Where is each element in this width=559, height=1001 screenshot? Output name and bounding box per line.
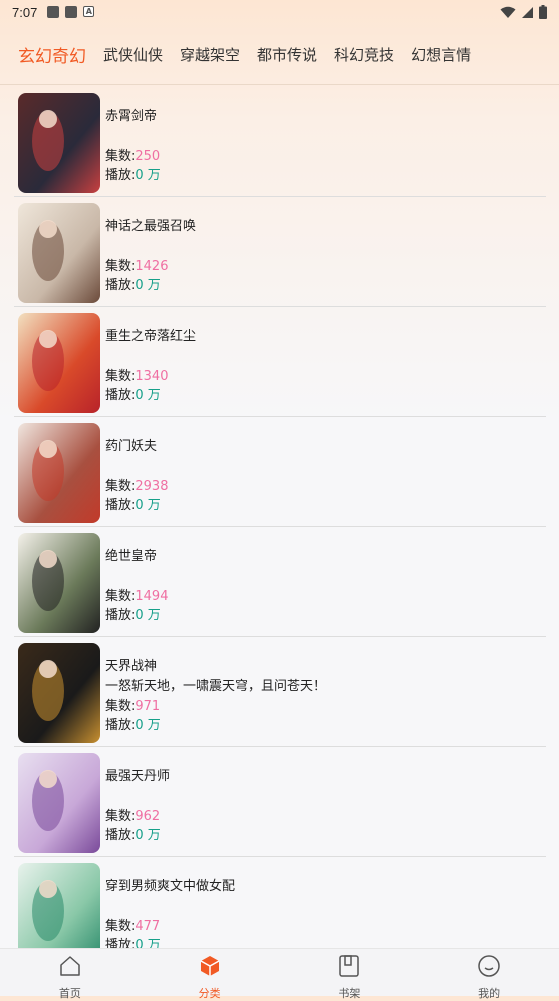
episode-count: 集数:971 — [105, 695, 160, 714]
tab-0[interactable]: 玄幻奇幻 — [18, 42, 86, 67]
tab-3[interactable]: 都市传说 — [257, 44, 317, 65]
cover-image[interactable] — [18, 753, 100, 853]
list-item[interactable]: 最强天丹师 集数:962 播放:0 万 — [14, 747, 546, 857]
status-time: 7:07 — [12, 4, 38, 20]
tab-5[interactable]: 幻想言情 — [411, 44, 471, 65]
bookshelf-icon — [337, 954, 361, 982]
plays-label: 播放: — [105, 608, 136, 623]
plays-value: 0 万 — [135, 498, 161, 513]
play-count: 播放:0 万 — [105, 494, 161, 513]
nav-item-2[interactable]: 书架 — [280, 949, 420, 1000]
drama-title: 最强天丹师 — [105, 769, 171, 784]
drama-title: 天界战神 — [105, 659, 158, 674]
episode-label: 集数: — [105, 259, 136, 274]
drama-title: 药门妖夫 — [105, 439, 158, 454]
episode-value: 2938 — [135, 479, 169, 494]
nav-label: 分类 — [198, 987, 221, 1000]
plays-value: 0 万 — [135, 388, 161, 403]
episode-label: 集数: — [105, 369, 136, 384]
cover-image[interactable] — [18, 93, 100, 193]
episode-count: 集数:477 — [105, 915, 160, 934]
drama-title: 绝世皇帝 — [105, 549, 158, 564]
episode-count: 集数:250 — [105, 145, 160, 164]
notification-icon — [47, 6, 60, 18]
tab-2[interactable]: 穿越架空 — [180, 44, 240, 65]
play-count: 播放:0 万 — [105, 274, 161, 293]
episode-label: 集数: — [105, 479, 136, 494]
cover-image[interactable] — [18, 203, 100, 303]
nav-item-0[interactable]: 首页 — [0, 949, 140, 1000]
episode-label: 集数: — [105, 699, 136, 714]
list-item[interactable]: 赤霄剑帝 集数:250 播放:0 万 — [14, 87, 546, 197]
episode-count: 集数:1340 — [105, 365, 168, 384]
list-item[interactable]: 绝世皇帝 集数:1494 播放:0 万 — [14, 527, 546, 637]
category-tabs: 玄幻奇幻 武侠仙侠 穿越架空 都市传说 科幻竞技 幻想言情 — [0, 24, 559, 85]
drama-description: 一怒斩天地，一啸震天穹，且问苍天！ — [105, 679, 327, 694]
notification-icons: A — [47, 6, 95, 18]
episode-count: 集数:1494 — [105, 585, 168, 604]
episode-value: 1494 — [135, 589, 169, 604]
a-icon: A — [83, 6, 95, 17]
plays-label: 播放: — [105, 498, 136, 513]
drama-title: 穿到男频爽文中做女配 — [105, 879, 236, 894]
nav-label: 书架 — [338, 987, 361, 1000]
signal-icon — [522, 6, 533, 18]
nav-label: 我的 — [478, 987, 501, 1000]
plays-value: 0 万 — [135, 608, 161, 623]
system-icons — [500, 5, 547, 19]
episode-label: 集数: — [105, 589, 136, 604]
play-count: 播放:0 万 — [105, 714, 161, 733]
episode-label: 集数: — [105, 919, 136, 934]
plays-value: 0 万 — [135, 828, 161, 843]
episode-label: 集数: — [105, 809, 136, 824]
home-icon — [58, 954, 82, 982]
episode-value: 962 — [135, 809, 161, 824]
plays-label: 播放: — [105, 718, 136, 733]
drama-list: 赤霄剑帝 集数:250 播放:0 万神话之最强召唤 集数:1426 播放:0 万重生之帝… — [14, 87, 546, 967]
episode-count: 集数:1426 — [105, 255, 168, 274]
list-item[interactable]: 神话之最强召唤 集数:1426 播放:0 万 — [14, 197, 546, 307]
drama-title: 赤霄剑帝 — [105, 109, 158, 124]
cover-image[interactable] — [18, 313, 100, 413]
episode-count: 集数:2938 — [105, 475, 168, 494]
drama-title: 重生之帝落红尘 — [105, 329, 197, 344]
profile-icon — [477, 954, 501, 982]
drama-title: 神话之最强召唤 — [105, 219, 197, 234]
cover-image[interactable] — [18, 533, 100, 633]
plays-value: 0 万 — [135, 718, 161, 733]
tab-4[interactable]: 科幻竞技 — [334, 44, 394, 65]
plays-label: 播放: — [105, 828, 136, 843]
episode-value: 250 — [135, 149, 161, 164]
list-item[interactable]: 药门妖夫 集数:2938 播放:0 万 — [14, 417, 546, 527]
play-count: 播放:0 万 — [105, 384, 161, 403]
episode-label: 集数: — [105, 149, 136, 164]
cover-image[interactable] — [18, 643, 100, 743]
episode-count: 集数:962 — [105, 805, 160, 824]
plays-label: 播放: — [105, 388, 136, 403]
category-cube-icon — [198, 954, 222, 982]
notification-icon — [65, 6, 78, 18]
nav-item-1[interactable]: 分类 — [140, 949, 280, 1000]
bottom-nav: 首页 分类 书架 我的 — [0, 948, 559, 1000]
episode-value: 1340 — [135, 369, 169, 384]
plays-label: 播放: — [105, 168, 136, 183]
plays-label: 播放: — [105, 278, 136, 293]
list-item[interactable]: 重生之帝落红尘 集数:1340 播放:0 万 — [14, 307, 546, 417]
plays-value: 0 万 — [135, 168, 161, 183]
nav-item-3[interactable]: 我的 — [419, 949, 559, 1000]
play-count: 播放:0 万 — [105, 604, 161, 623]
status-bar: 7:07 A — [0, 0, 559, 24]
episode-value: 477 — [135, 919, 161, 934]
wifi-icon — [500, 6, 516, 18]
list-item[interactable]: 天界战神 一怒斩天地，一啸震天穹，且问苍天！ 集数:971 播放:0 万 — [14, 637, 546, 747]
plays-value: 0 万 — [135, 278, 161, 293]
episode-value: 971 — [135, 699, 161, 714]
battery-icon — [539, 5, 547, 19]
episode-value: 1426 — [135, 259, 169, 274]
cover-image[interactable] — [18, 423, 100, 523]
tab-1[interactable]: 武侠仙侠 — [103, 44, 163, 65]
nav-label: 首页 — [58, 987, 81, 1000]
play-count: 播放:0 万 — [105, 164, 161, 183]
play-count: 播放:0 万 — [105, 824, 161, 843]
